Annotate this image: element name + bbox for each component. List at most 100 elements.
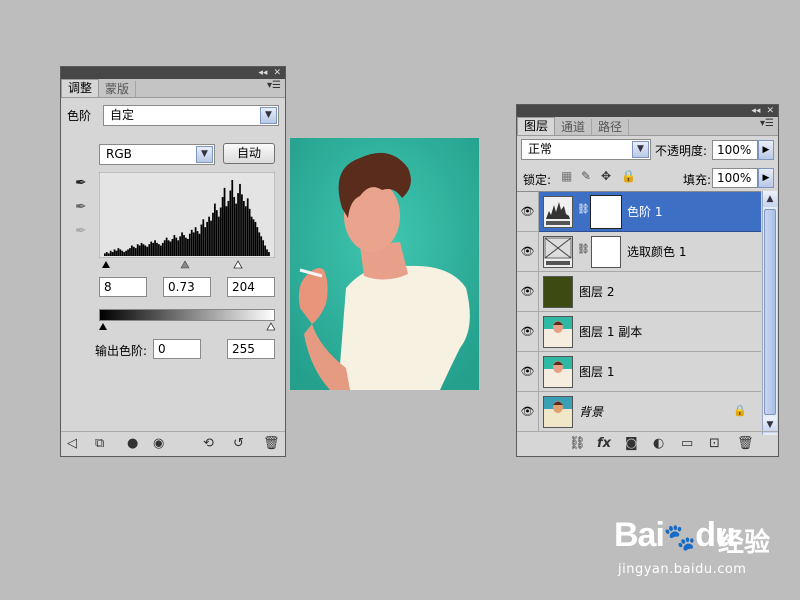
auto-button[interactable]: 自动 [223,143,275,164]
adjustment-layer-icon[interactable]: ◐ [653,436,664,451]
close-icon[interactable]: ✕ [766,105,774,117]
white-eyedropper-icon[interactable]: ✒ [75,223,87,239]
input-white-field[interactable]: 204 [227,277,275,297]
visibility-eye-icon[interactable]: 👁 [517,192,539,232]
visibility-eye-icon[interactable]: 👁 [517,352,539,392]
histogram-bar [210,220,212,256]
scrollbar[interactable]: ▲ ▼ [762,191,777,435]
lock-position-icon[interactable]: ✥ [601,169,611,183]
chain-link-icon[interactable]: ⛓ [577,204,590,215]
fill-field[interactable]: 100% [712,168,758,188]
panel-titlebar: ◂◂ ✕ [517,105,778,117]
histogram-bar [165,237,168,256]
tab-paths[interactable]: 路径 [592,119,630,135]
scroll-up-icon[interactable]: ▲ [763,191,777,207]
layer-row[interactable]: ⛓ 选取颜色 1 [539,232,761,272]
layer-row[interactable]: 图层 1 副本 [539,312,761,352]
fx-icon[interactable]: fx [597,436,611,451]
lock-transparency-icon[interactable]: ▦ [561,169,572,183]
opacity-arrow-icon[interactable]: ▶ [758,140,774,160]
adjust-footer: ◁ ⧉ ● ◉ ⟲ ↺ 🗑 [61,431,285,456]
layer-thumbnail [543,316,573,348]
visibility-eye-icon[interactable]: 👁 [517,232,539,272]
layer-thumbnail [543,356,573,388]
lock-all-icon[interactable]: 🔒 [621,169,636,183]
channel-dropdown[interactable]: RGB ▼ [99,144,215,165]
close-icon[interactable]: ✕ [273,67,281,79]
histogram-bar [262,240,265,256]
layer-row[interactable]: ⛓ 色阶 1 [539,192,761,232]
output-slider-track[interactable] [99,321,275,331]
visibility-eye-icon[interactable]: 👁 [517,312,539,352]
link-layers-icon[interactable]: ⛓ [569,436,586,451]
histogram-bar [119,249,122,256]
expand-view-icon[interactable]: ⧉ [95,436,104,451]
output-black-slider[interactable] [99,323,107,330]
layers-tabs: 图层 通道 路径 ▾☰ [517,117,778,136]
layer-row[interactable]: 图层 2 [539,272,761,312]
layer-name: 背景 [579,405,604,419]
visibility-eye-icon[interactable]: ◉ [153,436,164,451]
histogram-bar [244,206,247,256]
histogram-bar [254,221,257,256]
layer-row[interactable]: 背景 🔒 [539,392,761,432]
clip-layer-icon[interactable]: ● [127,436,138,451]
blend-mode-dropdown[interactable]: 正常 ▼ [521,139,651,160]
chevron-down-icon[interactable]: ▼ [260,107,277,124]
collapse-icon[interactable]: ◂◂ [751,105,760,117]
histogram-bar [173,235,176,256]
tab-mask[interactable]: 蒙版 [99,81,137,97]
input-gamma-field[interactable]: 0.73 [163,277,211,297]
black-eyedropper-icon[interactable]: ✒ [75,175,87,191]
opacity-field[interactable]: 100% [712,140,758,160]
histogram-bar [194,227,197,256]
output-black-field[interactable]: 0 [153,339,201,359]
gray-eyedropper-icon[interactable]: ✒ [75,199,87,215]
trash-icon[interactable]: 🗑 [263,436,280,451]
visibility-eye-icon[interactable]: 👁 [517,272,539,312]
input-black-field[interactable]: 8 [99,277,147,297]
histogram-bar [187,238,189,256]
tab-layers[interactable]: 图层 [517,117,556,135]
output-white-slider[interactable] [266,322,275,331]
tab-adjust[interactable]: 调整 [61,79,100,97]
back-arrow-icon[interactable]: ◁ [67,436,77,451]
input-slider-track[interactable] [99,258,275,270]
output-white-field[interactable]: 255 [227,339,275,359]
collapse-icon[interactable]: ◂◂ [258,67,267,79]
trash-icon[interactable]: 🗑 [737,436,754,451]
histogram-bar [131,245,133,256]
preset-dropdown[interactable]: 自定 ▼ [103,105,279,126]
lock-label: 锁定: [523,173,552,187]
histogram-bar [123,252,126,256]
gamma-slider[interactable] [180,260,190,269]
panel-menu-icon[interactable]: ▾☰ [760,118,774,129]
add-mask-icon[interactable]: ◙ [625,436,638,451]
reset-icon[interactable]: ↺ [233,436,244,451]
new-group-icon[interactable]: ▭ [681,436,693,451]
histogram-bar [117,248,120,256]
lock-pixels-icon[interactable]: ✎ [581,169,591,183]
white-point-slider[interactable] [233,260,243,269]
preset-value: 自定 [110,108,135,122]
fill-arrow-icon[interactable]: ▶ [758,168,774,188]
view-previous-icon[interactable]: ⟲ [203,436,214,451]
histogram-bar [105,252,108,256]
histogram-bar [161,242,164,256]
histogram-bar [241,194,243,256]
panel-menu-icon[interactable]: ▾☰ [267,80,281,91]
chain-link-icon[interactable]: ⛓ [577,244,590,255]
layer-name: 色阶 1 [627,205,663,219]
chevron-down-icon[interactable]: ▼ [632,141,649,158]
histogram-bar [212,212,214,256]
histogram-bar [196,231,199,256]
selective-color-icon [543,236,573,268]
histogram-bar [252,219,255,256]
new-layer-icon[interactable]: ⊡ [709,436,720,451]
chevron-down-icon[interactable]: ▼ [196,146,213,163]
layer-row[interactable]: 图层 1 [539,352,761,392]
visibility-eye-icon[interactable]: 👁 [517,392,539,432]
black-point-slider[interactable] [102,261,110,268]
tab-channels[interactable]: 通道 [555,119,593,135]
scroll-thumb[interactable] [764,209,776,415]
